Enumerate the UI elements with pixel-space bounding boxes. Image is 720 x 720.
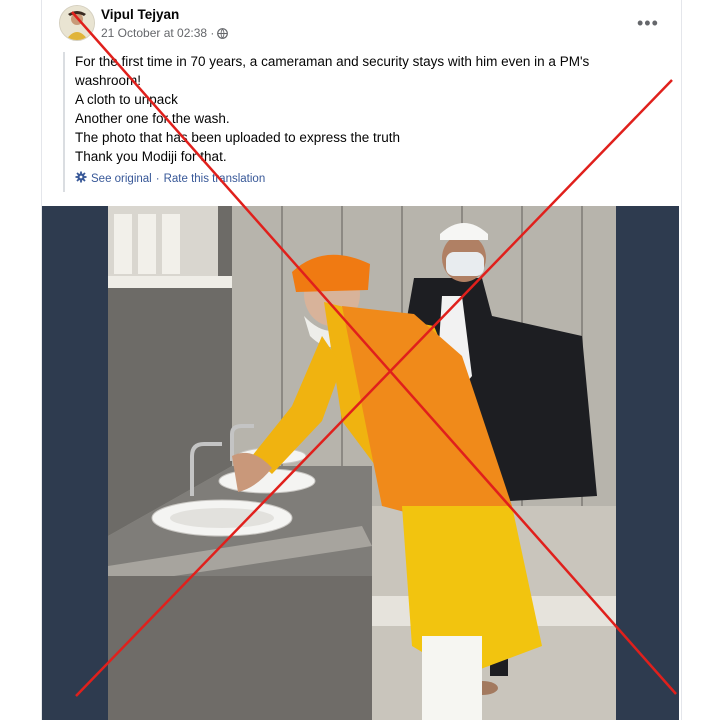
gear-icon [75,171,87,186]
post-text-line: washroom! [75,73,142,88]
post-timestamp[interactable]: 21 October at 02:38 · [101,26,214,40]
post-text-line: For the first time in 70 years, a camera… [75,54,590,69]
separator: · [155,172,160,185]
post-meta: 21 October at 02:38 · [101,26,229,40]
post-header: Vipul Tejyan 21 October at 02:38 · ••• [59,5,679,45]
rate-translation-link[interactable]: Rate this translation [164,173,266,185]
see-original-link[interactable]: See original [91,173,152,185]
post-text-line: A cloth to unpack [75,92,178,107]
post-text-line: Another one for the wash. [75,111,230,126]
post-photo[interactable] [42,206,679,720]
more-options-button[interactable]: ••• [637,13,659,34]
author-name[interactable]: Vipul Tejyan [101,7,179,22]
post-text-line: The photo that has been uploaded to expr… [75,130,400,145]
translation-quote-bar [63,52,65,192]
avatar[interactable] [59,5,95,41]
translation-bar: See original · Rate this translation [75,171,265,186]
post-text: For the first time in 70 years, a camera… [75,52,665,166]
globe-icon [217,27,229,39]
post-text-line: Thank you Modiji for that. [75,149,227,164]
